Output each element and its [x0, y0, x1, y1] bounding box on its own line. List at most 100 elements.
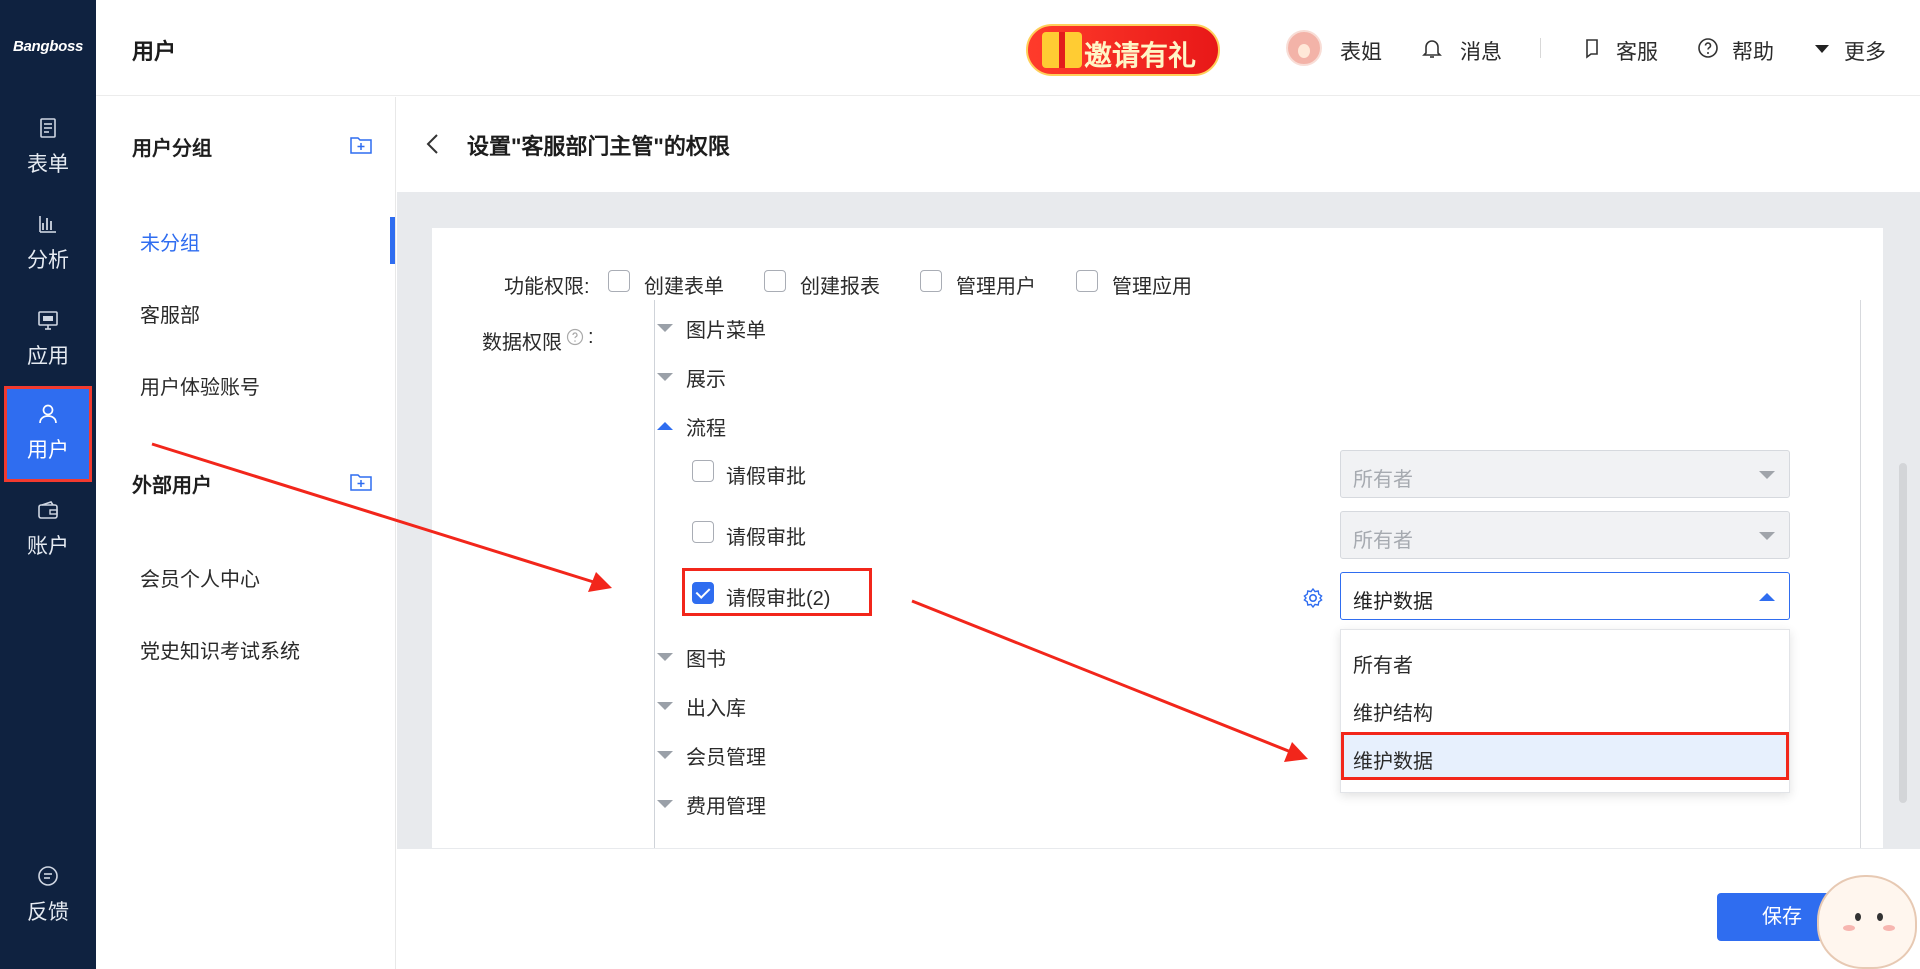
main-header: 设置"客服部门主管"的权限: [397, 97, 1920, 192]
chart-icon: [39, 216, 56, 233]
collapse-arrow-icon[interactable]: [657, 324, 673, 332]
group-item-ungrouped[interactable]: 未分组: [140, 227, 200, 256]
tree-node[interactable]: 图片菜单: [686, 314, 766, 343]
group-item-experience[interactable]: 用户体验账号: [140, 371, 260, 400]
caret-up-icon: [1759, 593, 1775, 601]
bell-icon[interactable]: [1420, 36, 1444, 60]
footer-bar: [397, 849, 1920, 969]
external-heading: 外部用户: [132, 475, 212, 497]
nav-item-form[interactable]: 表单: [4, 100, 92, 196]
permission-select-1[interactable]: 所有者: [1340, 450, 1790, 498]
mascot-eye: [1855, 913, 1861, 921]
gear-icon[interactable]: [1302, 587, 1324, 609]
select-value: 所有者: [1353, 530, 1413, 552]
nav-item-label: 用户: [27, 439, 69, 462]
collapse-arrow-icon[interactable]: [657, 653, 673, 661]
nav-item-users[interactable]: 用户: [4, 386, 92, 482]
collapse-arrow-icon[interactable]: [657, 373, 673, 381]
collapse-arrow-icon[interactable]: [657, 702, 673, 710]
app-icon: [38, 311, 58, 330]
perm-label: 创建表单: [644, 276, 724, 298]
tree-node-flow[interactable]: 流程: [686, 412, 726, 441]
nav-item-label: 分析: [27, 249, 69, 272]
app-logo[interactable]: Bangboss: [0, 38, 96, 55]
form-icon: [40, 118, 56, 138]
external-item-exam[interactable]: 党史知识考试系统: [140, 635, 300, 664]
avatar[interactable]: [1286, 30, 1322, 66]
select-value: 所有者: [1353, 469, 1413, 491]
leave-approval-label: 请假审批(2): [726, 588, 831, 610]
data-perm-colon: :: [588, 326, 594, 348]
help-icon[interactable]: [1696, 36, 1720, 60]
permission-card: 功能权限: 创建表单 创建报表 管理用户 管理应用 数据权限 : 图片菜单 展示…: [432, 228, 1883, 848]
caret-down-icon: [1759, 532, 1775, 540]
checkbox-manage-users[interactable]: [920, 270, 942, 292]
top-bar: 用户 邀请有礼 表姐 消息 客服 帮助 更多: [96, 0, 1920, 96]
scrollbar[interactable]: [1899, 463, 1907, 803]
tree-node[interactable]: 费用管理: [686, 790, 766, 819]
active-indicator: [390, 217, 395, 264]
left-nav: Bangboss 表单 分析 应用 用户 账户 反馈: [0, 0, 96, 969]
messages-link[interactable]: 消息: [1460, 36, 1502, 66]
checkbox-leave-approval-3[interactable]: [692, 582, 714, 604]
gift-icon: [1042, 32, 1082, 68]
tree-node[interactable]: 会员管理: [686, 741, 766, 770]
back-icon[interactable]: [425, 133, 439, 155]
checkbox-leave-approval-2[interactable]: [692, 521, 714, 543]
caret-down-icon[interactable]: [1810, 36, 1834, 60]
tree-node[interactable]: 图书: [686, 643, 726, 672]
caret-down-icon: [1759, 471, 1775, 479]
checkbox-leave-approval-1[interactable]: [692, 460, 714, 482]
permission-title: 设置"客服部门主管"的权限: [467, 134, 730, 159]
main-area: 设置"客服部门主管"的权限 功能权限: 创建表单 创建报表 管理用户 管理应用 …: [397, 97, 1920, 969]
tree-guide: [654, 300, 655, 848]
func-perm-label: 功能权限:: [504, 276, 590, 298]
user-icon: [39, 404, 57, 424]
nav-item-label: 表单: [27, 153, 69, 176]
nav-item-analysis[interactable]: 分析: [4, 196, 92, 292]
permission-select-3[interactable]: 维护数据: [1340, 572, 1790, 620]
nav-item-account[interactable]: 账户: [4, 482, 92, 578]
checkbox-manage-apps[interactable]: [1076, 270, 1098, 292]
feedback-icon: [38, 866, 58, 886]
dropdown-option[interactable]: 维护结构: [1341, 684, 1789, 732]
nav-item-label: 账户: [27, 535, 69, 558]
external-item-member[interactable]: 会员个人中心: [140, 563, 260, 592]
collapse-arrow-icon[interactable]: [657, 800, 673, 808]
tree-node[interactable]: 出入库: [686, 692, 746, 721]
divider: [1540, 38, 1541, 58]
nav-item-feedback[interactable]: 反馈: [4, 848, 92, 944]
customer-service-icon[interactable]: [1580, 36, 1604, 60]
dropdown-option-selected[interactable]: 维护数据: [1341, 732, 1789, 780]
mascot-image[interactable]: [1817, 875, 1917, 969]
collapse-arrow-icon[interactable]: [657, 751, 673, 759]
wallet-icon: [38, 501, 58, 519]
group-item-service[interactable]: 客服部: [140, 299, 200, 328]
help-link[interactable]: 帮助: [1732, 36, 1774, 66]
mascot-eye: [1877, 913, 1883, 921]
add-folder-icon[interactable]: [350, 135, 372, 155]
add-folder-icon[interactable]: [350, 472, 372, 492]
group-heading: 用户分组: [132, 138, 212, 160]
invite-button[interactable]: 邀请有礼: [1026, 24, 1220, 76]
perm-label: 管理应用: [1112, 276, 1192, 298]
question-icon[interactable]: [566, 328, 584, 346]
perm-label: 管理用户: [956, 276, 1036, 298]
leave-approval-label: 请假审批: [726, 466, 806, 488]
service-link[interactable]: 客服: [1616, 36, 1658, 66]
nav-item-apps[interactable]: 应用: [4, 292, 92, 388]
checkbox-create-report[interactable]: [764, 270, 786, 292]
tree-guide-right: [1860, 300, 1861, 848]
dropdown-option[interactable]: 所有者: [1341, 636, 1789, 684]
group-panel: 用户分组 未分组 客服部 用户体验账号 外部用户 会员个人中心 党史知识考试系统: [96, 97, 396, 969]
leave-approval-label: 请假审批: [726, 527, 806, 549]
permission-select-2[interactable]: 所有者: [1340, 511, 1790, 559]
more-link[interactable]: 更多: [1844, 36, 1886, 66]
nav-item-label: 反馈: [27, 901, 69, 924]
mascot-blush: [1843, 925, 1855, 931]
nav-item-label: 应用: [27, 345, 69, 368]
checkbox-create-form[interactable]: [608, 270, 630, 292]
tree-node[interactable]: 展示: [686, 363, 726, 392]
user-name[interactable]: 表姐: [1340, 36, 1382, 66]
expand-arrow-icon[interactable]: [657, 422, 673, 430]
